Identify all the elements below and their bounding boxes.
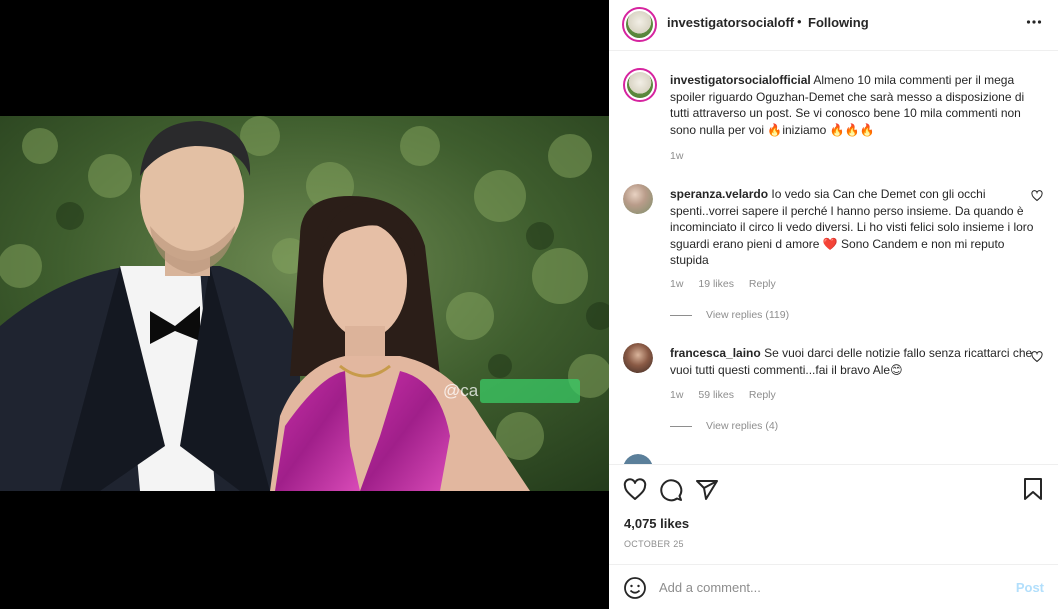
commenter-avatar[interactable] [623, 454, 653, 464]
comment-like-heart-icon[interactable] [1031, 190, 1043, 205]
add-comment-input[interactable]: Add a comment... [659, 580, 761, 595]
view-replies-line [670, 314, 692, 316]
comment-like-heart-icon[interactable] [1031, 351, 1043, 366]
comment-reply-button[interactable]: Reply [749, 389, 776, 401]
post-photo[interactable]: @ca [0, 116, 609, 491]
post-details-panel: investigatorsocialoffici • Following inv… [609, 0, 1058, 609]
comments-list[interactable]: investigatorsocialofficial Almeno 10 mil… [609, 52, 1058, 464]
post-comment-button[interactable]: Post [1016, 580, 1044, 595]
comment-text-block: francesca_laino Se vuoi darci delle noti… [670, 345, 1042, 378]
comment-reply-button[interactable]: Reply [749, 278, 776, 290]
comment-likes[interactable]: 59 likes [698, 389, 734, 401]
view-replies-button[interactable]: View replies (4) [670, 420, 778, 432]
caption-avatar[interactable] [623, 68, 657, 102]
view-replies-line [670, 425, 692, 427]
view-replies-label[interactable]: View replies (4) [706, 420, 778, 432]
emoji-smiley-icon[interactable] [623, 576, 647, 603]
comment-meta: 1w 19 likes Reply [670, 278, 788, 290]
caption-username[interactable]: investigatorsocialofficial [670, 73, 811, 87]
caption-time-label[interactable]: 1w [670, 150, 683, 162]
separator-dot: • [797, 14, 802, 29]
comment-meta: 1w 59 likes Reply [670, 389, 788, 401]
comment-time[interactable]: 1w [670, 278, 683, 290]
more-options-icon[interactable] [1026, 14, 1042, 35]
view-replies-label[interactable]: View replies (119) [706, 309, 789, 321]
post-media: @ca [0, 0, 609, 609]
photo-illustration [0, 116, 609, 491]
likes-count[interactable]: 4,075 likes [624, 516, 689, 531]
caption-time: 1w [670, 150, 695, 162]
comment-likes[interactable]: 19 likes [698, 278, 734, 290]
photo-watermark: @ca [443, 381, 479, 400]
instagram-post-modal: @ca investigatorsocialoffici • Following… [0, 0, 1058, 609]
author-avatar[interactable] [622, 7, 657, 42]
caption-text-block: investigatorsocialofficial Almeno 10 mil… [670, 72, 1042, 138]
comment-text-block: speranza.velardo Io vedo sia Can che Dem… [670, 186, 1042, 269]
commenter-username[interactable]: francesca_laino [670, 346, 761, 360]
commenter-username[interactable]: speranza.velardo [670, 187, 768, 201]
commenter-avatar[interactable] [623, 184, 653, 214]
comment-bubble-icon[interactable] [659, 478, 683, 505]
post-actions: 4,075 likes OCTOBER 25 [609, 464, 1058, 564]
author-username[interactable]: investigatorsocialoffici [667, 15, 795, 30]
add-comment-bar: Add a comment... Post [609, 564, 1058, 609]
comment-item-partial [623, 454, 1043, 464]
like-heart-icon[interactable] [623, 478, 647, 505]
comment-time[interactable]: 1w [670, 389, 683, 401]
post-header: investigatorsocialoffici • Following [609, 0, 1058, 51]
caption: investigatorsocialofficial Almeno 10 mil… [623, 68, 1043, 168]
following-button[interactable]: Following [808, 15, 869, 30]
view-replies-button[interactable]: View replies (119) [670, 309, 789, 321]
share-send-icon[interactable] [695, 478, 719, 505]
commenter-avatar[interactable] [623, 343, 653, 373]
comment-item: speranza.velardo Io vedo sia Can che Dem… [623, 184, 1043, 324]
comment-item: francesca_laino Se vuoi darci delle noti… [623, 343, 1043, 443]
save-bookmark-icon[interactable] [1022, 477, 1044, 504]
post-date[interactable]: OCTOBER 25 [624, 539, 684, 549]
